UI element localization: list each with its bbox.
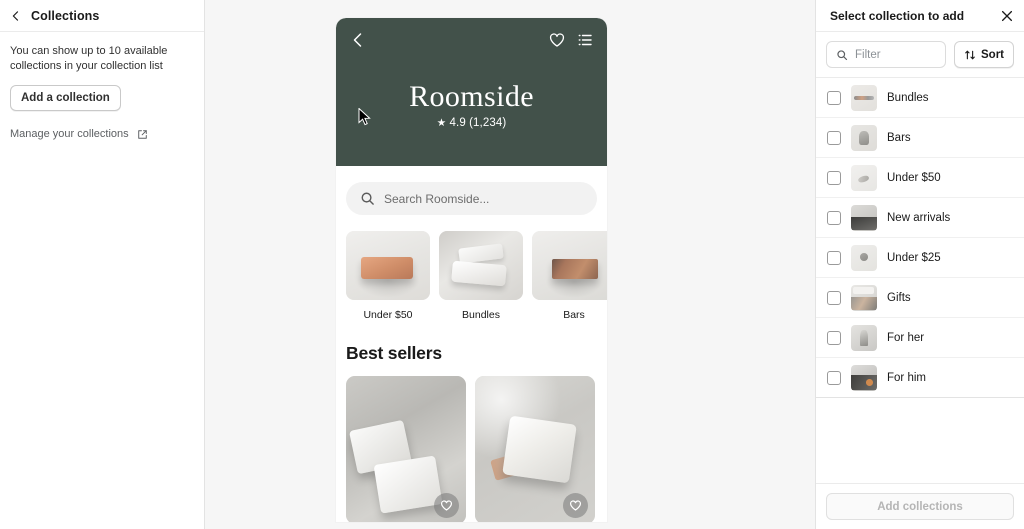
best-sellers-products: [346, 376, 597, 522]
heart-icon[interactable]: [549, 32, 565, 48]
collection-label: Bars: [887, 131, 911, 144]
shop-search-placeholder: Search Roomside...: [384, 191, 490, 206]
collection-thumbnail: [851, 364, 877, 391]
list-item[interactable]: Under $25: [816, 238, 1024, 278]
sort-button-label: Sort: [981, 48, 1004, 61]
best-sellers-heading: Best sellers: [346, 343, 442, 363]
preview-top-bar-actions: [549, 32, 593, 48]
collection-thumbnail: [851, 244, 877, 271]
list-item[interactable]: New arrivals: [816, 198, 1024, 238]
collection-thumbnail: [851, 204, 877, 231]
category-tile[interactable]: Bundles: [439, 231, 523, 321]
sort-button[interactable]: Sort: [954, 41, 1014, 68]
collection-label: Under $25: [887, 251, 941, 264]
shop-rating: ★ 4.9 (1,234): [336, 117, 607, 129]
sidebar-body: You can show up to 10 available collecti…: [0, 32, 204, 140]
manage-collections-row[interactable]: Manage your collections: [10, 128, 194, 140]
search-icon: [836, 49, 848, 61]
list-item[interactable]: Under $50: [816, 158, 1024, 198]
search-icon: [360, 191, 375, 206]
preview-canvas: Roomside ★ 4.9 (1,234) Search Roomside..…: [205, 0, 815, 529]
back-icon[interactable]: [10, 10, 22, 22]
product-favorite-button[interactable]: [563, 493, 588, 518]
preview-top-bar: [336, 18, 607, 62]
collection-label: For him: [887, 371, 926, 384]
row-checkbox[interactable]: [827, 330, 841, 345]
preview-body: Search Roomside... Under $50 Bundles Bar…: [336, 182, 607, 522]
collection-thumbnail: [851, 324, 877, 351]
collection-label: Gifts: [887, 291, 911, 304]
shop-identity: Roomside ★ 4.9 (1,234): [336, 80, 607, 129]
collection-label: Under $50: [887, 171, 941, 184]
panel-title: Select collection to add: [830, 8, 965, 23]
row-checkbox[interactable]: [827, 290, 841, 305]
list-item[interactable]: Bars: [816, 118, 1024, 158]
panel-header: Select collection to add: [816, 0, 1024, 32]
row-checkbox[interactable]: [827, 370, 841, 385]
mouse-cursor: [358, 108, 371, 126]
row-checkbox[interactable]: [827, 250, 841, 265]
star-icon: ★: [436, 117, 447, 129]
page-title: Collections: [31, 8, 100, 23]
list-icon[interactable]: [577, 32, 593, 48]
row-checkbox[interactable]: [827, 170, 841, 185]
mobile-preview-frame: Roomside ★ 4.9 (1,234) Search Roomside..…: [336, 18, 607, 522]
shop-name: Roomside: [409, 80, 534, 113]
category-thumbnail: [439, 231, 523, 300]
collection-thumbnail: [851, 284, 877, 311]
preview-back-icon[interactable]: [350, 32, 366, 48]
shop-hero-banner: Roomside ★ 4.9 (1,234): [336, 18, 607, 166]
select-collection-panel: Select collection to add Filter Sort Bun…: [815, 0, 1024, 529]
collections-editor-screen: Collections You can show up to 10 availa…: [0, 0, 1024, 529]
collection-label: New arrivals: [887, 211, 951, 224]
category-label: Under $50: [363, 309, 413, 321]
filter-input[interactable]: Filter: [826, 41, 946, 68]
category-label: Bundles: [462, 309, 500, 321]
list-item[interactable]: For him: [816, 358, 1024, 398]
collection-label: For her: [887, 331, 925, 344]
collections-limit-note: You can show up to 10 available collecti…: [10, 45, 168, 72]
external-link-icon[interactable]: [137, 129, 148, 140]
category-thumbnail: [532, 231, 607, 300]
close-icon[interactable]: [1000, 9, 1014, 23]
add-collections-button[interactable]: Add collections: [826, 493, 1014, 520]
row-checkbox[interactable]: [827, 130, 841, 145]
list-item[interactable]: For her: [816, 318, 1024, 358]
panel-toolbar: Filter Sort: [816, 32, 1024, 78]
shop-search-input[interactable]: Search Roomside...: [346, 182, 597, 215]
filter-placeholder: Filter: [855, 48, 881, 61]
row-checkbox[interactable]: [827, 90, 841, 105]
category-label: Bars: [563, 309, 585, 321]
collection-thumbnail: [851, 124, 877, 151]
heart-icon: [570, 500, 581, 511]
shop-rating-text: 4.9 (1,234): [449, 117, 507, 129]
heart-icon: [441, 500, 452, 511]
row-checkbox[interactable]: [827, 210, 841, 225]
collection-thumbnail: [851, 164, 877, 191]
product-card[interactable]: [346, 376, 466, 522]
list-item[interactable]: Bundles: [816, 78, 1024, 118]
category-tile[interactable]: Bars: [532, 231, 607, 321]
product-card[interactable]: [475, 376, 595, 522]
sidebar-header: Collections: [0, 0, 204, 32]
manage-your-collections-link[interactable]: Manage your collections: [10, 128, 129, 140]
category-tiles: Under $50 Bundles Bars: [346, 231, 607, 321]
panel-empty-space: [816, 398, 1024, 483]
collections-list: Bundles Bars Under $50 New arrivals Unde: [816, 78, 1024, 398]
product-favorite-button[interactable]: [434, 493, 459, 518]
category-thumbnail: [346, 231, 430, 300]
collection-thumbnail: [851, 84, 877, 111]
collections-sidebar: Collections You can show up to 10 availa…: [0, 0, 205, 529]
collection-label: Bundles: [887, 91, 929, 104]
list-item[interactable]: Gifts: [816, 278, 1024, 318]
category-tile[interactable]: Under $50: [346, 231, 430, 321]
panel-footer: Add collections: [816, 483, 1024, 529]
sort-arrows-icon: [964, 49, 976, 61]
add-a-collection-button[interactable]: Add a collection: [10, 85, 121, 111]
